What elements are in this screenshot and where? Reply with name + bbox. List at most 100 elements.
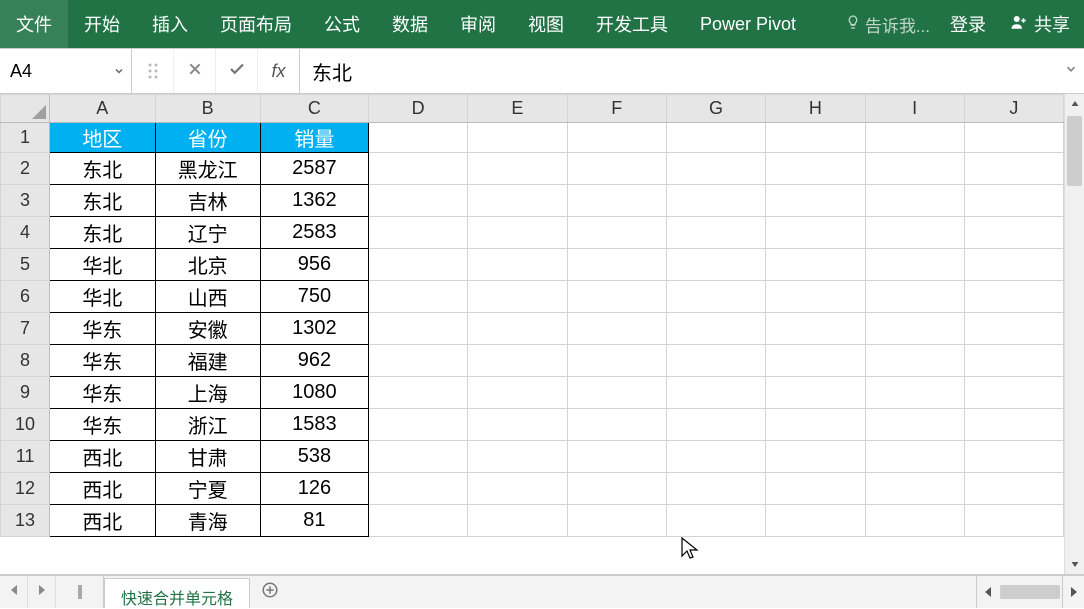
cell[interactable]: [865, 313, 964, 345]
cell-region[interactable]: 华北: [50, 281, 155, 313]
cell[interactable]: [368, 249, 467, 281]
scroll-left-icon[interactable]: [976, 576, 998, 608]
cell-province[interactable]: 福建: [155, 345, 260, 377]
column-header[interactable]: B: [155, 95, 260, 123]
cell[interactable]: [964, 505, 1063, 537]
cell[interactable]: [766, 123, 865, 153]
cell[interactable]: [865, 505, 964, 537]
column-header[interactable]: C: [260, 95, 368, 123]
scroll-right-icon[interactable]: [1062, 576, 1084, 608]
cell[interactable]: [865, 217, 964, 249]
cell[interactable]: [368, 217, 467, 249]
cell[interactable]: [468, 185, 567, 217]
cell[interactable]: [567, 313, 666, 345]
ribbon-tab-pagelayout[interactable]: 页面布局: [204, 0, 308, 48]
row-header[interactable]: 10: [1, 409, 50, 441]
cell[interactable]: [766, 281, 865, 313]
cell-province[interactable]: 青海: [155, 505, 260, 537]
tab-split-handle[interactable]: [56, 576, 104, 608]
cell-province[interactable]: 吉林: [155, 185, 260, 217]
cell[interactable]: [964, 377, 1063, 409]
cell[interactable]: [468, 313, 567, 345]
cell[interactable]: [964, 123, 1063, 153]
cell[interactable]: [468, 153, 567, 185]
column-header[interactable]: J: [964, 95, 1063, 123]
cell[interactable]: [567, 281, 666, 313]
cell[interactable]: [964, 249, 1063, 281]
formula-confirm-button[interactable]: [216, 49, 258, 93]
sheet-nav-next[interactable]: [28, 576, 56, 608]
cell[interactable]: [964, 473, 1063, 505]
cell[interactable]: [567, 409, 666, 441]
cell[interactable]: [567, 249, 666, 281]
cell[interactable]: [368, 153, 467, 185]
cell[interactable]: [368, 409, 467, 441]
worksheet-grid[interactable]: ABCDEFGHIJ1地区省份销量2东北黑龙江25873东北吉林13624东北辽…: [0, 94, 1064, 574]
cell-sales[interactable]: 750: [260, 281, 368, 313]
cell[interactable]: [766, 313, 865, 345]
cell[interactable]: [567, 377, 666, 409]
row-header[interactable]: 13: [1, 505, 50, 537]
tell-me-box[interactable]: 告诉我...: [835, 0, 940, 48]
cell[interactable]: [865, 249, 964, 281]
vertical-scrollbar[interactable]: [1064, 94, 1084, 574]
cell[interactable]: [766, 409, 865, 441]
column-header[interactable]: A: [50, 95, 155, 123]
row-header[interactable]: 5: [1, 249, 50, 281]
cell[interactable]: [666, 153, 765, 185]
cell[interactable]: [368, 473, 467, 505]
cell[interactable]: [766, 249, 865, 281]
cell[interactable]: [666, 281, 765, 313]
column-header[interactable]: I: [865, 95, 964, 123]
cell-region[interactable]: 东北: [50, 217, 155, 249]
column-header[interactable]: G: [666, 95, 765, 123]
cell[interactable]: [964, 441, 1063, 473]
cell-sales[interactable]: 962: [260, 345, 368, 377]
cell[interactable]: [468, 409, 567, 441]
table-header-province[interactable]: 省份: [155, 123, 260, 153]
cell[interactable]: [865, 377, 964, 409]
cell[interactable]: [567, 153, 666, 185]
cell[interactable]: [666, 313, 765, 345]
cell[interactable]: [567, 505, 666, 537]
row-header[interactable]: 11: [1, 441, 50, 473]
cell[interactable]: [368, 313, 467, 345]
ribbon-tab-formulas[interactable]: 公式: [308, 0, 376, 48]
row-header[interactable]: 3: [1, 185, 50, 217]
cell[interactable]: [865, 345, 964, 377]
cell[interactable]: [964, 281, 1063, 313]
cell-province[interactable]: 山西: [155, 281, 260, 313]
cell[interactable]: [468, 281, 567, 313]
cell[interactable]: [766, 505, 865, 537]
cell-sales[interactable]: 1080: [260, 377, 368, 409]
cell-region[interactable]: 东北: [50, 153, 155, 185]
ribbon-tab-developer[interactable]: 开发工具: [580, 0, 684, 48]
cell-province[interactable]: 黑龙江: [155, 153, 260, 185]
ribbon-tab-data[interactable]: 数据: [376, 0, 444, 48]
cell[interactable]: [666, 345, 765, 377]
cell-region[interactable]: 西北: [50, 473, 155, 505]
name-box[interactable]: A4: [0, 49, 132, 93]
cell[interactable]: [468, 217, 567, 249]
cell[interactable]: [666, 409, 765, 441]
cell[interactable]: [368, 505, 467, 537]
cell[interactable]: [766, 377, 865, 409]
cell-region[interactable]: 西北: [50, 441, 155, 473]
cell[interactable]: [567, 473, 666, 505]
cell[interactable]: [468, 505, 567, 537]
cell-region[interactable]: 西北: [50, 505, 155, 537]
cell[interactable]: [666, 473, 765, 505]
cell[interactable]: [766, 441, 865, 473]
cell-sales[interactable]: 956: [260, 249, 368, 281]
cell-province[interactable]: 浙江: [155, 409, 260, 441]
cell-sales[interactable]: 538: [260, 441, 368, 473]
cell[interactable]: [766, 345, 865, 377]
cell[interactable]: [865, 123, 964, 153]
scrollbar-thumb[interactable]: [1000, 585, 1060, 599]
scroll-down-icon[interactable]: [1065, 554, 1084, 574]
row-header[interactable]: 1: [1, 123, 50, 153]
cell-sales[interactable]: 2587: [260, 153, 368, 185]
formula-expand-button[interactable]: [1058, 49, 1084, 93]
cell[interactable]: [766, 185, 865, 217]
cell[interactable]: [567, 123, 666, 153]
